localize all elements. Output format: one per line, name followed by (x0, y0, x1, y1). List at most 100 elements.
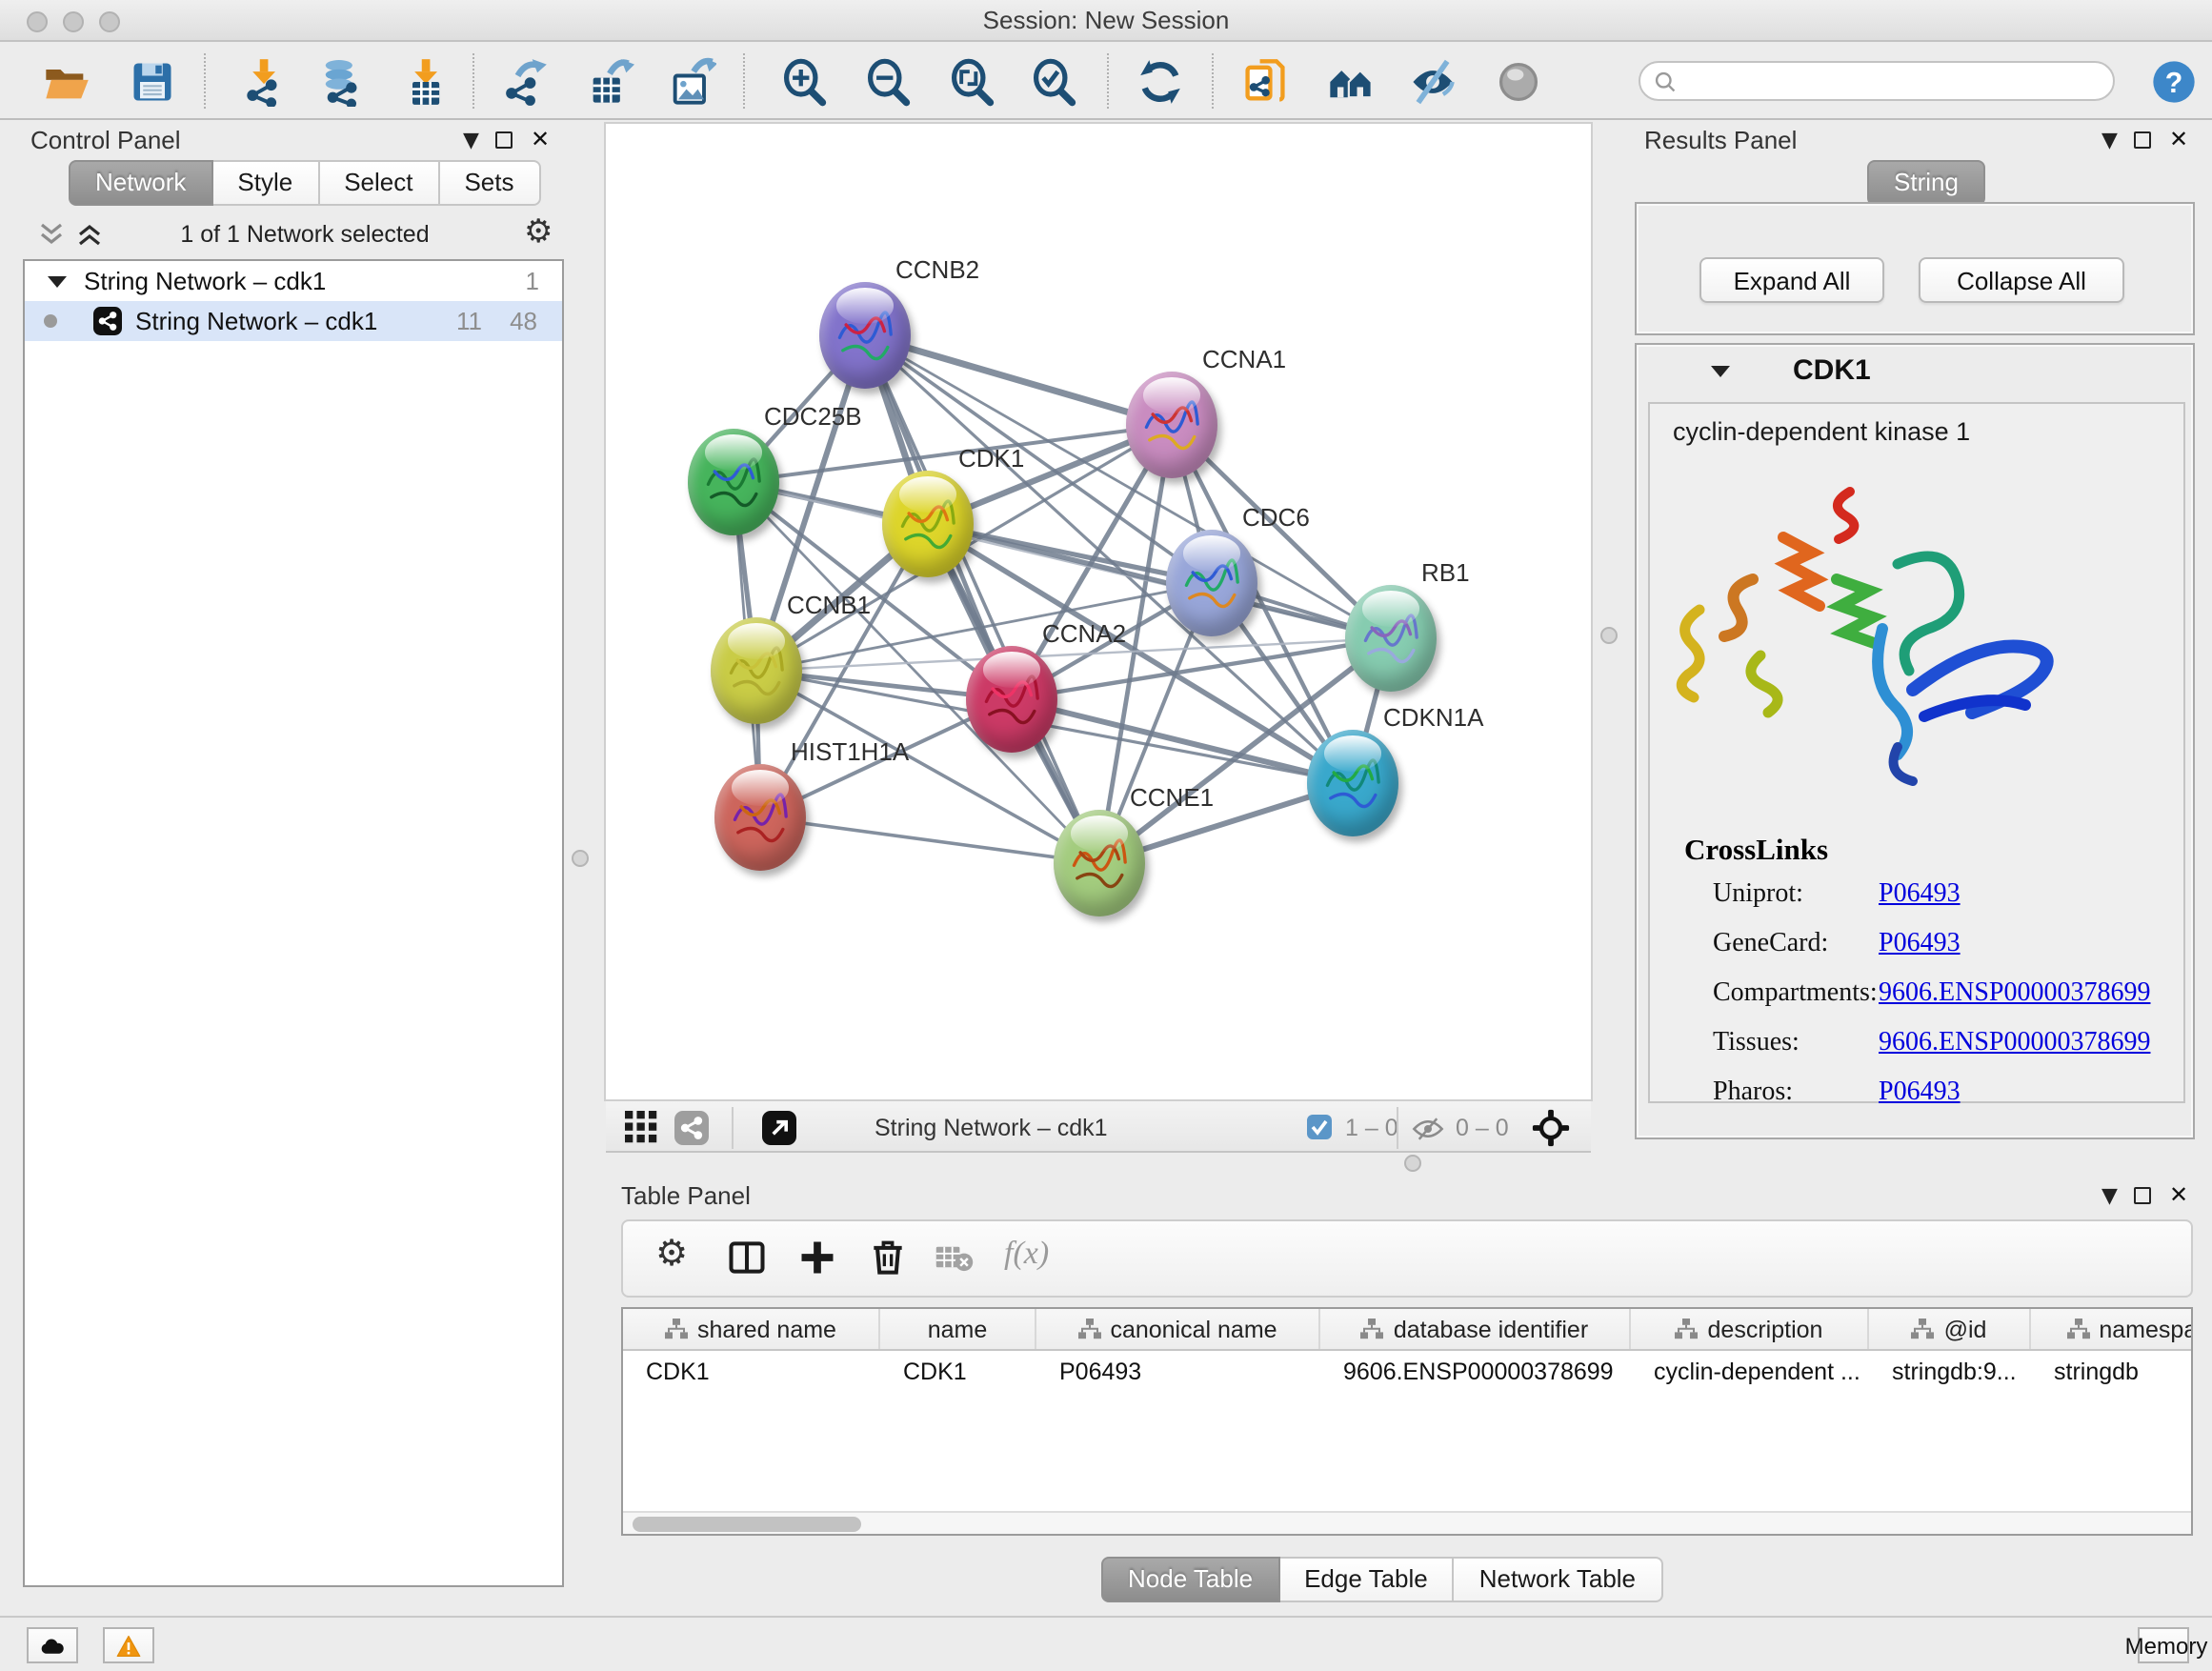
edge-HIST1H1A-CCNE1[interactable] (760, 817, 1099, 863)
table-options-gear-icon[interactable]: ⚙ (655, 1233, 688, 1275)
column-header-name[interactable]: name (880, 1309, 1036, 1349)
scrollbar-thumb[interactable] (633, 1517, 861, 1532)
tab-select[interactable]: Select (319, 160, 439, 206)
table-horizontal-scrollbar[interactable] (623, 1511, 2191, 1534)
delete-column-icon[interactable] (867, 1237, 909, 1278)
close-panel-icon[interactable]: ✕ (531, 130, 550, 151)
edge-CCNB2-CCNA1[interactable] (865, 335, 1172, 425)
show-all-button[interactable] (1490, 55, 1547, 109)
crosslink-link[interactable]: P06493 (1879, 1078, 1961, 1109)
left-splitter-grip[interactable] (572, 850, 589, 867)
edge-CDK1-RB1[interactable] (928, 524, 1391, 638)
horizontal-splitter-grip[interactable] (1404, 1155, 1421, 1172)
crosslink-link[interactable]: P06493 (1879, 880, 1961, 911)
expand-all-button[interactable]: Expand All (1699, 257, 1884, 303)
column-header-description[interactable]: description (1631, 1309, 1869, 1349)
expand-triangle-icon[interactable] (48, 275, 67, 287)
tab-edge-table[interactable]: Edge Table (1279, 1557, 1455, 1602)
close-panel-icon[interactable]: ✕ (2169, 1185, 2188, 1206)
tab-style[interactable]: Style (212, 160, 319, 206)
tab-network[interactable]: Network (69, 160, 212, 206)
column-header-canonical-name[interactable]: canonical name (1036, 1309, 1320, 1349)
search-input[interactable] (1677, 66, 2113, 96)
import-network-file-button[interactable] (234, 55, 292, 109)
apply-layout-button[interactable] (1132, 55, 1189, 109)
table-cell[interactable]: CDK1 (623, 1351, 880, 1395)
node-CCNB2[interactable] (819, 282, 911, 389)
column-header--id[interactable]: @id (1869, 1309, 2031, 1349)
import-table-button[interactable] (396, 55, 453, 109)
table-cell[interactable]: cyclin-dependent ... (1631, 1351, 1869, 1395)
node-RB1[interactable] (1345, 585, 1437, 692)
column-header-database-identifier[interactable]: database identifier (1320, 1309, 1631, 1349)
expand-all-groups-icon[interactable] (76, 221, 103, 248)
network-row-selected[interactable]: String Network – cdk1 11 48 (25, 301, 562, 341)
network-options-gear-icon[interactable]: ⚙ (524, 213, 553, 252)
node-HIST1H1A[interactable] (714, 764, 806, 871)
network-canvas[interactable]: CCNB2CCNA1CDC25BCDK1CDC6RB1CCNB1CCNA2CDK… (606, 124, 1591, 1099)
table-row[interactable]: CDK1CDK1P064939606.ENSP00000378699cyclin… (623, 1351, 2191, 1395)
table-cell[interactable]: stringdb:9... (1869, 1351, 2031, 1395)
grid-view-icon[interactable] (625, 1111, 657, 1143)
node-CCNA1[interactable] (1126, 372, 1217, 478)
close-panel-icon[interactable]: ✕ (2169, 130, 2188, 151)
tab-string[interactable]: String (1867, 160, 1985, 206)
float-panel-icon[interactable] (496, 131, 513, 149)
zoom-fit-button[interactable] (943, 55, 1000, 109)
right-splitter-grip[interactable] (1600, 627, 1618, 644)
tab-sets[interactable]: Sets (439, 160, 540, 206)
network-collection-row[interactable]: String Network – cdk1 1 (25, 261, 562, 301)
column-header-namespace[interactable]: namespace (2031, 1309, 2193, 1349)
help-button[interactable]: ? (2145, 55, 2202, 109)
warnings-button[interactable] (103, 1627, 154, 1663)
crosslink-link[interactable]: P06493 (1879, 930, 1961, 960)
zoom-in-button[interactable] (775, 55, 833, 109)
collapse-all-groups-icon[interactable] (38, 221, 65, 248)
hide-selected-button[interactable] (1404, 55, 1461, 109)
birdseye-view-icon[interactable] (762, 1111, 796, 1145)
node-CCNB1[interactable] (711, 617, 802, 724)
delete-table-icon[interactable] (935, 1244, 974, 1273)
collapse-all-button[interactable]: Collapse All (1919, 257, 2124, 303)
export-network-button[interactable] (495, 55, 553, 109)
save-session-button[interactable] (124, 55, 181, 109)
node-CDC25B[interactable] (688, 429, 779, 535)
add-column-icon[interactable] (796, 1237, 838, 1278)
table-cell[interactable]: CDK1 (880, 1351, 1036, 1395)
zoom-out-button[interactable] (859, 55, 916, 109)
collapse-panel-icon[interactable]: ▼ (2101, 130, 2118, 151)
section-expand-triangle-icon[interactable] (1711, 366, 1730, 377)
selected-checkbox[interactable] (1307, 1115, 1332, 1139)
node-CDC6[interactable] (1166, 530, 1257, 636)
memory-button[interactable]: Memory (2138, 1627, 2189, 1663)
float-panel-icon[interactable] (2135, 1187, 2152, 1204)
open-file-button[interactable] (38, 55, 95, 109)
cloud-service-button[interactable] (27, 1627, 78, 1663)
node-CCNA2[interactable] (966, 646, 1057, 753)
float-panel-icon[interactable] (2135, 131, 2152, 149)
column-header-shared-name[interactable]: shared name (623, 1309, 880, 1349)
collapse-panel-icon[interactable]: ▼ (463, 130, 479, 151)
table-cell[interactable]: stringdb (2031, 1351, 2193, 1395)
function-builder-icon[interactable]: f(x) (1004, 1235, 1049, 1273)
center-crosshair-icon[interactable] (1532, 1109, 1570, 1147)
network-view-share-icon[interactable] (674, 1111, 709, 1145)
tab-node-table[interactable]: Node Table (1101, 1557, 1279, 1602)
import-network-database-button[interactable] (312, 55, 370, 109)
node-CCNE1[interactable] (1054, 810, 1145, 916)
collapse-panel-icon[interactable]: ▼ (2101, 1185, 2118, 1206)
table-cell[interactable]: P06493 (1036, 1351, 1320, 1395)
table-cell[interactable]: 9606.ENSP00000378699 (1320, 1351, 1631, 1395)
zoom-selected-button[interactable] (1025, 55, 1082, 109)
crosslink-link[interactable]: 9606.ENSP00000378699 (1879, 1029, 2150, 1059)
export-image-button[interactable] (663, 55, 720, 109)
crosslink-link[interactable]: 9606.ENSP00000378699 (1879, 979, 2150, 1010)
search-field[interactable] (1639, 61, 2115, 101)
node-CDK1[interactable] (882, 471, 974, 577)
node-CDKN1A[interactable] (1307, 730, 1398, 836)
show-welcome-screen-button[interactable] (1322, 55, 1379, 109)
export-table-button[interactable] (581, 55, 638, 109)
tab-network-table[interactable]: Network Table (1455, 1557, 1662, 1602)
clone-network-button[interactable] (1237, 55, 1294, 109)
edge-CCNB2-CCNE1[interactable] (865, 335, 1099, 863)
